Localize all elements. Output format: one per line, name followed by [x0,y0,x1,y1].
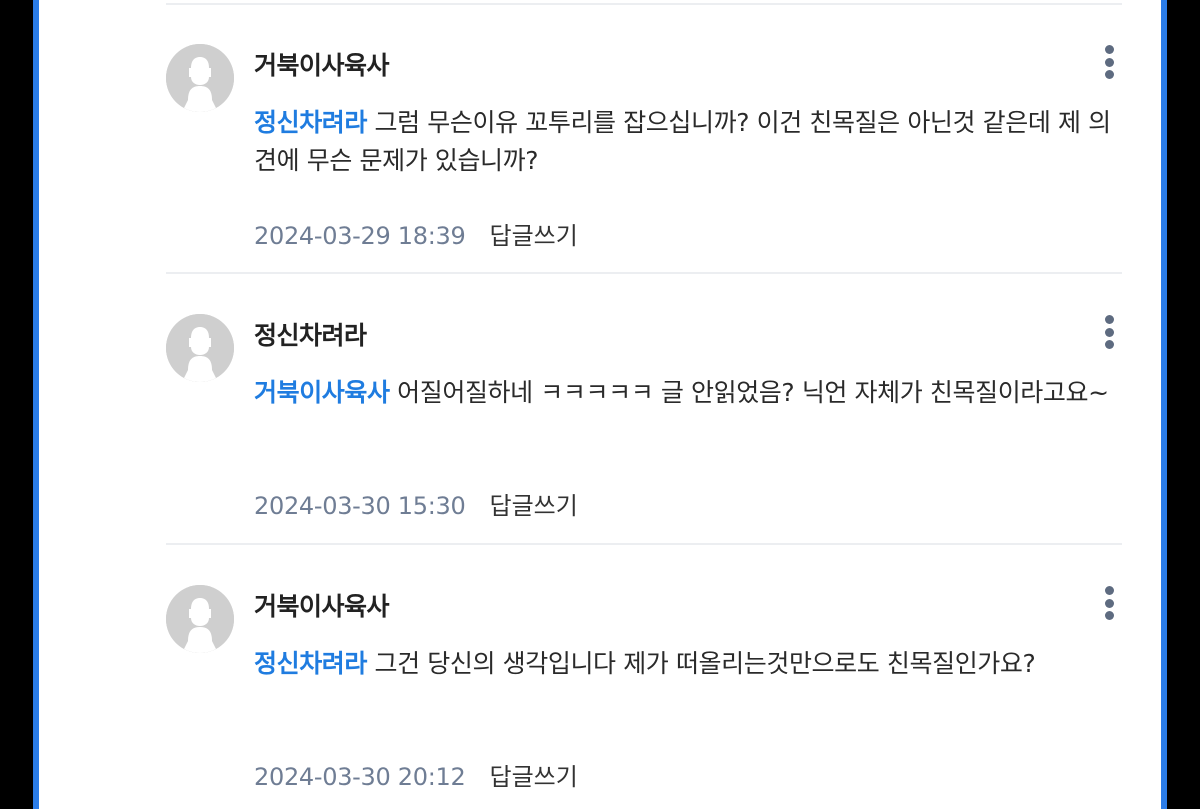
comment-body: 정신차려라 그건 당신의 생각입니다 제가 떠올리는것만으로도 친목질인가요? [254,645,1122,683]
comment-author[interactable]: 거북이사육사 [254,589,390,625]
more-vertical-icon[interactable] [1098,315,1122,349]
comment-text: 그건 당신의 생각입니다 제가 떠올리는것만으로도 친목질인가요? [367,649,1036,678]
mention-link[interactable]: 거북이사육사 [254,378,390,407]
comment-text: 그럼 무슨이유 꼬투리를 잡으십니까? 이건 친목질은 아닌것 같은데 제 의견… [254,108,1111,175]
reply-button[interactable]: 답글쓰기 [489,492,577,520]
comment-list: 거북이사육사 정신차려라 그럼 무슨이유 꼬투리를 잡으십니까? 이건 친목질은… [39,0,1161,809]
comment-meta: 2024-03-29 18:39 답글쓰기 [254,219,578,253]
mention-link[interactable]: 정신차려라 [254,649,367,678]
mention-link[interactable]: 정신차려라 [254,108,367,137]
comment-text: 어질어질하네 ㅋㅋㅋㅋㅋ 글 안읽었음? 닉언 자체가 친목질이라고요~ [389,378,1109,407]
comment-author[interactable]: 정신차려라 [254,318,367,354]
comment-item: 거북이사육사 정신차려라 그럼 무슨이유 꼬투리를 잡으십니까? 이건 친목질은… [166,4,1122,274]
default-profile-icon[interactable] [166,44,234,112]
comment-item: 정신차려라 거북이사육사 어질어질하네 ㅋㅋㅋㅋㅋ 글 안읽었음? 닉언 자체가… [166,274,1122,544]
reply-button[interactable]: 답글쓰기 [489,763,577,791]
comment-date: 2024-03-29 18:39 [254,222,466,250]
more-vertical-icon[interactable] [1098,586,1122,620]
screen: 거북이사육사 정신차려라 그럼 무슨이유 꼬투리를 잡으십니까? 이건 친목질은… [0,0,1200,809]
comment-body: 정신차려라 그럼 무슨이유 꼬투리를 잡으십니까? 이건 친목질은 아닌것 같은… [254,104,1122,180]
default-profile-icon[interactable] [166,314,234,382]
comment-date: 2024-03-30 20:12 [254,763,466,791]
comment-date: 2024-03-30 15:30 [254,492,466,520]
comment-meta: 2024-03-30 20:12 답글쓰기 [254,760,578,794]
reply-button[interactable]: 답글쓰기 [489,222,577,250]
comment-author[interactable]: 거북이사육사 [254,48,390,84]
more-vertical-icon[interactable] [1098,45,1122,79]
default-profile-icon[interactable] [166,585,234,653]
right-accent-border [1161,0,1167,809]
comment-item: 거북이사육사 정신차려라 그건 당신의 생각입니다 제가 떠올리는것만으로도 친… [166,545,1122,809]
comment-meta: 2024-03-30 15:30 답글쓰기 [254,489,578,523]
comment-body: 거북이사육사 어질어질하네 ㅋㅋㅋㅋㅋ 글 안읽었음? 닉언 자체가 친목질이라… [254,374,1122,412]
